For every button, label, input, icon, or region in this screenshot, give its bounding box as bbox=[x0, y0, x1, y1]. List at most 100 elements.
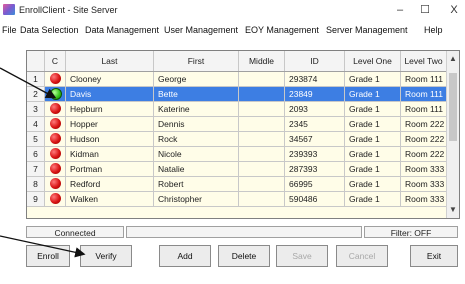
cell-level-two[interactable]: Room 222 bbox=[401, 147, 447, 161]
cell-middle[interactable] bbox=[239, 162, 285, 176]
cell-first[interactable]: Natalie bbox=[154, 162, 239, 176]
cell-id[interactable]: 590486 bbox=[285, 192, 345, 206]
table-row[interactable]: 1 Clooney George 293874 Grade 1 Room 111 bbox=[27, 72, 447, 87]
cell-level-two[interactable]: Room 111 bbox=[401, 102, 447, 116]
cell-first[interactable]: Katerine bbox=[154, 102, 239, 116]
status-cell[interactable] bbox=[45, 162, 66, 176]
table-row[interactable]: 8 Redford Robert 66995 Grade 1 Room 333 bbox=[27, 177, 447, 192]
cell-level-two[interactable]: Room 222 bbox=[401, 117, 447, 131]
cell-middle[interactable] bbox=[239, 102, 285, 116]
cell-middle[interactable] bbox=[239, 87, 285, 101]
table-row[interactable]: 3 Hepburn Katerine 2093 Grade 1 Room 111 bbox=[27, 102, 447, 117]
cell-last[interactable]: Hepburn bbox=[66, 102, 154, 116]
cell-id[interactable]: 34567 bbox=[285, 132, 345, 146]
enroll-button[interactable]: Enroll bbox=[26, 245, 70, 267]
status-cell[interactable] bbox=[45, 87, 66, 101]
cell-last[interactable]: Davis bbox=[66, 87, 154, 101]
table-row[interactable]: 7 Portman Natalie 287393 Grade 1 Room 333 bbox=[27, 162, 447, 177]
menu-eoy-management[interactable]: EOY Management bbox=[245, 25, 319, 35]
cell-level-two[interactable]: Room 111 bbox=[401, 87, 447, 101]
status-cell[interactable] bbox=[45, 192, 66, 206]
header-level-one[interactable]: Level One bbox=[345, 51, 401, 71]
scroll-down-icon[interactable]: ▼ bbox=[447, 204, 459, 216]
cell-level-one[interactable]: Grade 1 bbox=[345, 117, 401, 131]
cell-middle[interactable] bbox=[239, 117, 285, 131]
header-level-two[interactable]: Level Two bbox=[401, 51, 447, 71]
cell-first[interactable]: Christopher bbox=[154, 192, 239, 206]
delete-button[interactable]: Delete bbox=[218, 245, 270, 267]
status-cell[interactable] bbox=[45, 177, 66, 191]
header-c[interactable]: C bbox=[45, 51, 66, 71]
cell-id[interactable]: 66995 bbox=[285, 177, 345, 191]
cell-first[interactable]: Bette bbox=[154, 87, 239, 101]
cell-id[interactable]: 287393 bbox=[285, 162, 345, 176]
add-button[interactable]: Add bbox=[159, 245, 211, 267]
cell-first[interactable]: Robert bbox=[154, 177, 239, 191]
minimize-button[interactable]: – bbox=[389, 2, 411, 18]
cell-level-two[interactable]: Room 111 bbox=[401, 72, 447, 86]
cell-first[interactable]: Rock bbox=[154, 132, 239, 146]
cell-id[interactable]: 2093 bbox=[285, 102, 345, 116]
menu-help[interactable]: Help bbox=[424, 25, 443, 35]
cell-level-two[interactable]: Room 333 bbox=[401, 177, 447, 191]
cell-first[interactable]: George bbox=[154, 72, 239, 86]
status-cell[interactable] bbox=[45, 117, 66, 131]
cell-level-two[interactable]: Room 222 bbox=[401, 132, 447, 146]
cell-last[interactable]: Redford bbox=[66, 177, 154, 191]
cell-level-two[interactable]: Room 333 bbox=[401, 192, 447, 206]
scroll-thumb[interactable] bbox=[449, 73, 457, 141]
header-last[interactable]: Last bbox=[66, 51, 154, 71]
cell-last[interactable]: Clooney bbox=[66, 72, 154, 86]
cell-level-one[interactable]: Grade 1 bbox=[345, 177, 401, 191]
cell-last[interactable]: Hudson bbox=[66, 132, 154, 146]
cancel-button[interactable]: Cancel bbox=[336, 245, 388, 267]
save-button[interactable]: Save bbox=[276, 245, 328, 267]
cell-middle[interactable] bbox=[239, 147, 285, 161]
header-middle[interactable]: Middle bbox=[239, 51, 285, 71]
cell-level-one[interactable]: Grade 1 bbox=[345, 87, 401, 101]
cell-level-one[interactable]: Grade 1 bbox=[345, 162, 401, 176]
vertical-scrollbar[interactable]: ▲ ▼ bbox=[446, 51, 459, 218]
menu-data-selection[interactable]: Data Selection bbox=[20, 25, 79, 35]
cell-level-one[interactable]: Grade 1 bbox=[345, 102, 401, 116]
cell-id[interactable]: 293874 bbox=[285, 72, 345, 86]
cell-middle[interactable] bbox=[239, 192, 285, 206]
cell-level-one[interactable]: Grade 1 bbox=[345, 132, 401, 146]
maximize-button[interactable]: ☐ bbox=[414, 2, 436, 18]
table-row[interactable]: 4 Hopper Dennis 2345 Grade 1 Room 222 bbox=[27, 117, 447, 132]
table-row[interactable]: 2 Davis Bette 23849 Grade 1 Room 111 bbox=[27, 87, 447, 102]
close-button[interactable]: X bbox=[443, 2, 465, 18]
cell-level-one[interactable]: Grade 1 bbox=[345, 147, 401, 161]
cell-level-one[interactable]: Grade 1 bbox=[345, 72, 401, 86]
status-cell[interactable] bbox=[45, 72, 66, 86]
exit-button[interactable]: Exit bbox=[410, 245, 458, 267]
menu-data-management[interactable]: Data Management bbox=[85, 25, 159, 35]
cell-last[interactable]: Walken bbox=[66, 192, 154, 206]
status-cell[interactable] bbox=[45, 147, 66, 161]
status-cell[interactable] bbox=[45, 102, 66, 116]
cell-last[interactable]: Kidman bbox=[66, 147, 154, 161]
cell-id[interactable]: 239393 bbox=[285, 147, 345, 161]
cell-first[interactable]: Dennis bbox=[154, 117, 239, 131]
cell-middle[interactable] bbox=[239, 72, 285, 86]
scroll-up-icon[interactable]: ▲ bbox=[447, 53, 459, 65]
menu-server-management[interactable]: Server Management bbox=[326, 25, 408, 35]
cell-level-one[interactable]: Grade 1 bbox=[345, 192, 401, 206]
menu-file[interactable]: File bbox=[2, 25, 17, 35]
header-id[interactable]: ID bbox=[285, 51, 345, 71]
table-row[interactable]: 9 Walken Christopher 590486 Grade 1 Room 333 bbox=[27, 192, 447, 207]
cell-id[interactable]: 2345 bbox=[285, 117, 345, 131]
cell-last[interactable]: Hopper bbox=[66, 117, 154, 131]
cell-middle[interactable] bbox=[239, 132, 285, 146]
cell-first[interactable]: Nicole bbox=[154, 147, 239, 161]
status-cell[interactable] bbox=[45, 132, 66, 146]
table-row[interactable]: 6 Kidman Nicole 239393 Grade 1 Room 222 bbox=[27, 147, 447, 162]
cell-id[interactable]: 23849 bbox=[285, 87, 345, 101]
cell-last[interactable]: Portman bbox=[66, 162, 154, 176]
cell-middle[interactable] bbox=[239, 177, 285, 191]
header-first[interactable]: First bbox=[154, 51, 239, 71]
menu-user-management[interactable]: User Management bbox=[164, 25, 238, 35]
verify-button[interactable]: Verify bbox=[80, 245, 132, 267]
cell-level-two[interactable]: Room 333 bbox=[401, 162, 447, 176]
table-row[interactable]: 5 Hudson Rock 34567 Grade 1 Room 222 bbox=[27, 132, 447, 147]
